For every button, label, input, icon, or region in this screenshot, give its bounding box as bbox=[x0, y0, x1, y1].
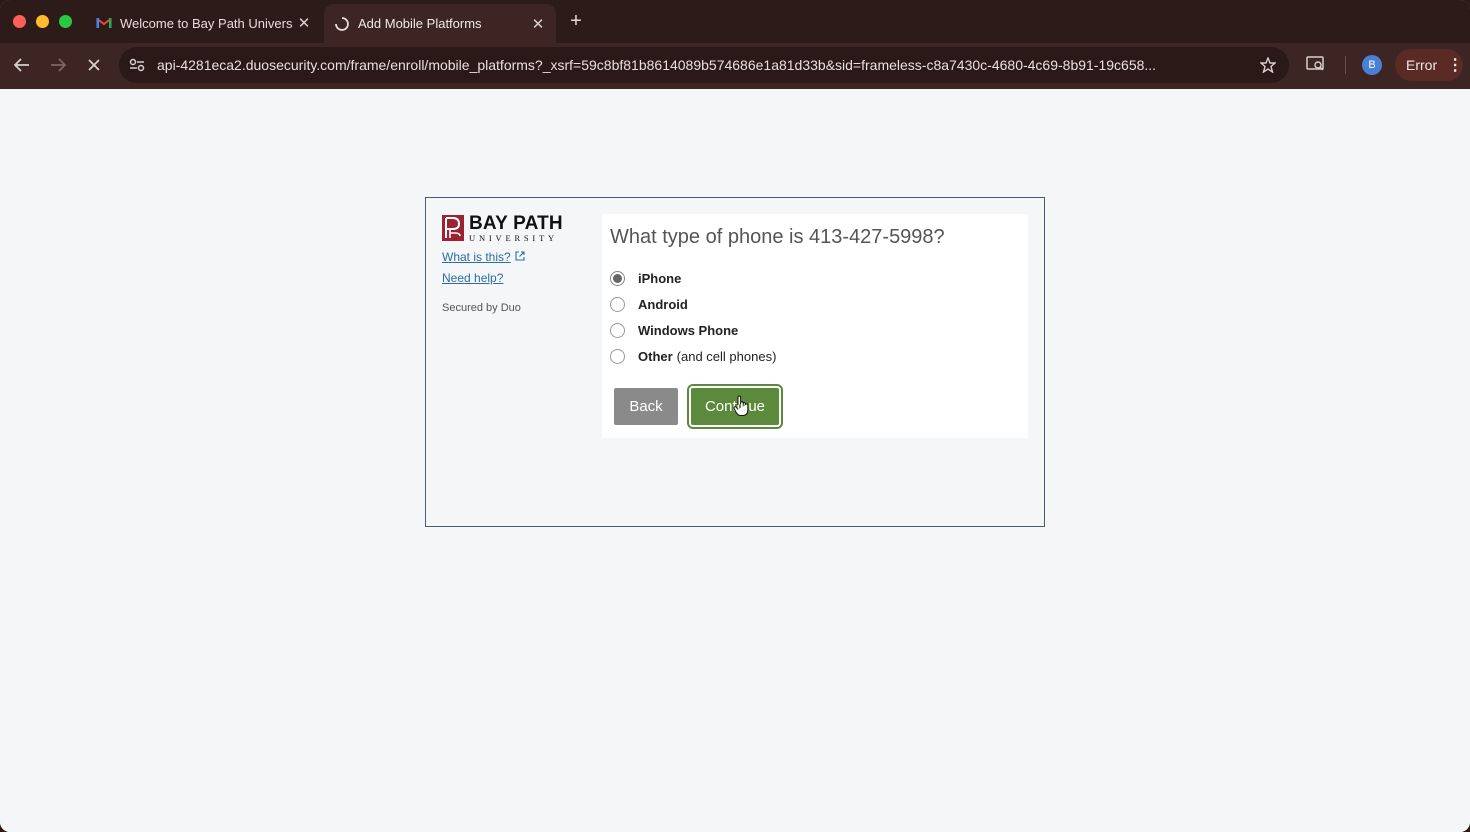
forward-arrow-icon[interactable] bbox=[45, 52, 71, 78]
tab-strip: Welcome to Bay Path Univers ✕ Add Mobile… bbox=[0, 0, 1470, 43]
option-sublabel: (and cell phones) bbox=[676, 349, 777, 364]
radio-other[interactable] bbox=[610, 349, 625, 364]
option-iphone[interactable]: iPhone bbox=[610, 271, 681, 286]
option-label: iPhone bbox=[638, 271, 682, 286]
browser-chrome: Welcome to Bay Path Univers ✕ Add Mobile… bbox=[0, 0, 1470, 89]
gmail-icon bbox=[96, 15, 112, 31]
option-label: Android bbox=[638, 297, 688, 312]
url-text[interactable]: api-4281eca2.duosecurity.com/frame/enrol… bbox=[157, 57, 1247, 73]
tab-title: Welcome to Bay Path Univers bbox=[120, 15, 293, 31]
radio-windows-phone[interactable] bbox=[610, 323, 625, 338]
tab-close-icon[interactable]: ✕ bbox=[528, 14, 548, 34]
profile-avatar[interactable]: B bbox=[1362, 55, 1382, 75]
option-android[interactable]: Android bbox=[610, 297, 688, 312]
option-label: Windows Phone bbox=[638, 323, 739, 338]
logo-main-text: BAY PATH bbox=[469, 212, 563, 234]
duo-sidebar: BAY PATH UNIVERSITY What is this? Need h… bbox=[442, 214, 592, 314]
error-label: Error bbox=[1406, 57, 1438, 73]
new-tab-button[interactable]: + bbox=[565, 11, 587, 33]
duo-frame: BAY PATH UNIVERSITY What is this? Need h… bbox=[425, 197, 1045, 527]
loading-spinner-icon bbox=[334, 16, 350, 32]
option-label: Other bbox=[638, 349, 673, 364]
secured-by-duo-text: Secured by Duo bbox=[442, 302, 521, 314]
radio-android[interactable] bbox=[610, 297, 625, 312]
toolbar-divider bbox=[1345, 56, 1346, 74]
site-settings-icon[interactable] bbox=[127, 55, 147, 75]
bookmark-star-icon[interactable] bbox=[1257, 54, 1279, 76]
option-windows-phone[interactable]: Windows Phone bbox=[610, 323, 738, 338]
need-help-link[interactable]: Need help? bbox=[442, 271, 592, 285]
tab-welcome[interactable]: Welcome to Bay Path Univers ✕ bbox=[86, 6, 322, 40]
bay-path-logo: BAY PATH UNIVERSITY bbox=[442, 212, 592, 243]
hand-cursor-icon bbox=[733, 395, 749, 416]
maximize-window-button[interactable] bbox=[59, 15, 72, 28]
external-link-icon bbox=[515, 250, 525, 264]
tab-title: Add Mobile Platforms bbox=[358, 16, 482, 31]
tab-add-mobile-platforms[interactable]: Add Mobile Platforms ✕ bbox=[324, 4, 556, 43]
tab-close-icon[interactable]: ✕ bbox=[294, 13, 314, 33]
bay-path-logo-mark-icon bbox=[442, 215, 464, 241]
browser-window: Welcome to Bay Path Univers ✕ Add Mobile… bbox=[0, 0, 1470, 832]
radio-iphone[interactable] bbox=[610, 271, 625, 286]
tab-search-icon[interactable] bbox=[1306, 55, 1328, 75]
what-is-this-link[interactable]: What is this? bbox=[442, 250, 592, 264]
close-window-button[interactable] bbox=[13, 15, 26, 28]
page-content: BAY PATH UNIVERSITY What is this? Need h… bbox=[0, 89, 1470, 832]
back-button[interactable]: Back bbox=[614, 388, 678, 425]
logo-sub-text: UNIVERSITY bbox=[469, 232, 558, 243]
error-menu-button[interactable]: Error ⋮ bbox=[1395, 49, 1463, 81]
what-is-this-label: What is this? bbox=[442, 250, 511, 264]
address-bar[interactable]: api-4281eca2.duosecurity.com/frame/enrol… bbox=[119, 47, 1289, 83]
option-other[interactable]: Other (and cell phones) bbox=[610, 349, 776, 364]
minimize-window-button[interactable] bbox=[36, 15, 49, 28]
back-arrow-icon[interactable] bbox=[9, 52, 35, 78]
kebab-menu-icon: ⋮ bbox=[1447, 57, 1464, 74]
phone-type-question: What type of phone is 413-427-5998? bbox=[610, 226, 945, 248]
phone-type-panel: What type of phone is 413-427-5998? iPho… bbox=[602, 214, 1028, 438]
stop-loading-icon[interactable] bbox=[81, 52, 107, 78]
